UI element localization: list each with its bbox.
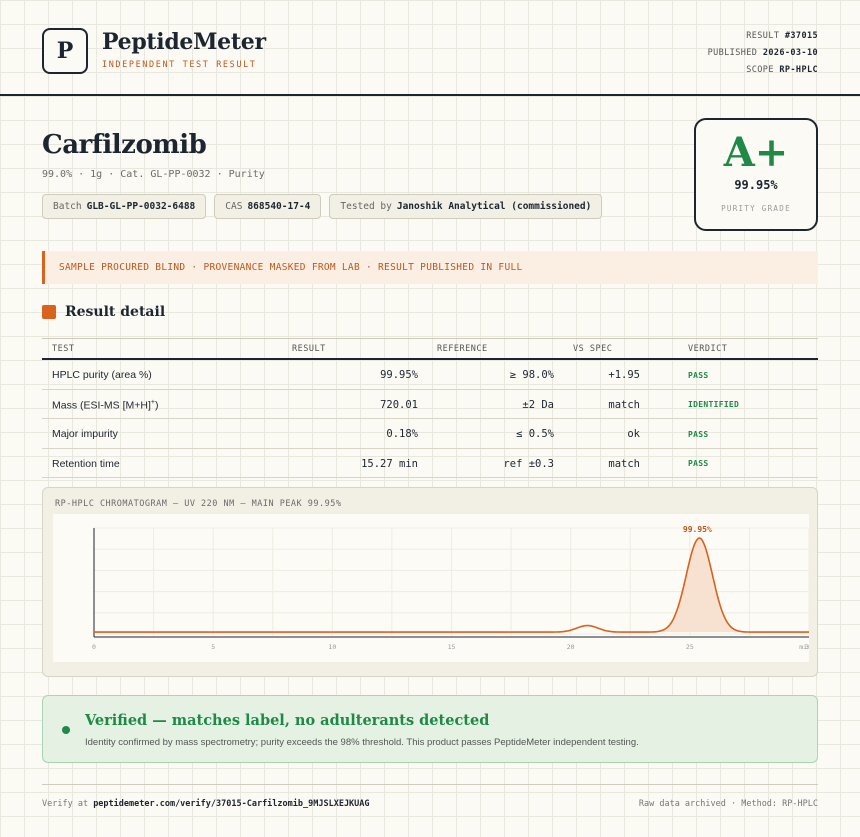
row-reference: ref ±0.3 <box>503 457 554 470</box>
row-vs-spec: +1.95 <box>608 369 640 381</box>
brand-name: PeptideMeter <box>102 29 266 55</box>
meta-scope-label: SCOPE <box>746 65 774 75</box>
meta-scope-value: RP-HPLC <box>779 65 818 75</box>
row-reference: ±2 Da <box>522 398 554 411</box>
product-title: Carfilzomib <box>42 130 207 160</box>
x-tick-label: 15 <box>448 643 456 651</box>
table-row: Retention time 15.27 min ref ±0.3 match … <box>42 449 818 478</box>
header: P PeptideMeter INDEPENDENT TEST RESULT R… <box>0 0 860 96</box>
batch-chip: Batch GLB-GL-PP-0032-6488 <box>42 194 207 219</box>
row-test: Major impurity <box>52 428 118 440</box>
tested-value: Janoshik Analytical (commissioned) <box>396 201 592 212</box>
table-row: Major impurity 0.18% ≤ 0.5% ok PASS <box>42 419 818 449</box>
row-result: 720.01 <box>380 398 418 411</box>
product-subtitle: 99.0% · 1g · Cat. GL-PP-0032 · Purity <box>42 169 265 180</box>
section-title: Result detail <box>65 304 166 320</box>
row-verdict: IDENTIFIED <box>688 400 740 409</box>
chromatogram-panel: RP-HPLC CHROMATOGRAM — UV 220 NM — MAIN … <box>42 487 818 677</box>
row-reference: ≥ 98.0% <box>509 369 554 381</box>
cas-chip: CAS 868540-17-4 <box>214 194 322 219</box>
grade-letter: A+ <box>723 129 789 176</box>
verified-dot-icon <box>62 726 70 734</box>
grade-label: PURITY GRADE <box>721 204 791 213</box>
row-test: Mass (ESI-MS [M+H]+) <box>52 399 158 412</box>
footer-method: Raw data archived · Method: RP-HPLC <box>638 799 818 809</box>
meta-published-label: PUBLISHED <box>707 48 758 58</box>
row-result: 99.95% <box>380 369 418 381</box>
meta-scope: SCOPE RP-HPLC <box>708 62 818 79</box>
row-result: 15.27 min <box>361 457 418 470</box>
result-meta: RESULT #37015 PUBLISHED 2026-03-10 SCOPE… <box>708 28 818 79</box>
verify-url[interactable]: peptidemeter.com/verify/37015-Carfilzomi… <box>93 799 369 809</box>
result-table: TEST RESULT REFERENCE VS SPEC VERDICT HP… <box>42 338 818 478</box>
batch-label: Batch <box>53 201 82 212</box>
verified-title: Verified — matches label, no adulterants… <box>85 712 490 729</box>
col-vs-spec: VS SPEC <box>573 344 613 354</box>
logo: P <box>42 28 88 74</box>
cas-value: 868540-17-4 <box>247 201 311 212</box>
col-result: RESULT <box>292 344 326 354</box>
section-square-icon <box>42 305 56 319</box>
row-vs-spec: match <box>608 457 640 470</box>
meta-result-label: RESULT <box>746 31 780 41</box>
row-test: HPLC purity (area %) <box>52 369 152 381</box>
verify-link-line: Verify at peptidemeter.com/verify/37015-… <box>42 799 370 809</box>
col-verdict: VERDICT <box>688 344 728 354</box>
meta-published-value: 2026-03-10 <box>762 48 818 58</box>
chromatogram-title: RP-HPLC CHROMATOGRAM — UV 220 NM — MAIN … <box>55 499 342 509</box>
batch-value: GLB-GL-PP-0032-6488 <box>86 201 196 212</box>
verify-label: Verify at <box>42 799 89 809</box>
meta-result-value: #37015 <box>784 31 818 41</box>
row-test: Retention time <box>52 457 120 470</box>
verified-text: Identity confirmed by mass spectrometry;… <box>85 737 639 748</box>
x-tick-label: 10 <box>328 643 336 651</box>
row-test-end: ) <box>154 399 159 411</box>
product-chips: Batch GLB-GL-PP-0032-6488 CAS 868540-17-4 … <box>42 194 603 219</box>
blind-sample-notice: SAMPLE PROCURED BLIND · PROVENANCE MASKE… <box>42 251 818 284</box>
footer-divider <box>42 784 818 785</box>
table-header: TEST RESULT REFERENCE VS SPEC VERDICT <box>42 338 818 360</box>
table-row: Mass (ESI-MS [M+H]+) 720.01 ±2 Da match … <box>42 390 818 419</box>
row-verdict: PASS <box>688 370 709 380</box>
row-reference: ≤ 0.5% <box>516 428 554 440</box>
x-tick-label: 5 <box>211 643 215 651</box>
row-verdict: PASS <box>688 459 709 468</box>
main-peak-label: 99.95% <box>683 525 712 534</box>
tested-by-chip: Tested by Janoshik Analytical (commission… <box>329 194 603 219</box>
col-test: TEST <box>52 344 75 354</box>
row-vs-spec: match <box>608 398 640 411</box>
grade-value: 99.95% <box>734 178 778 192</box>
tested-label: Tested by <box>340 201 392 212</box>
section-heading: Result detail <box>42 304 165 320</box>
chromatogram-chart: 99.95%051015202530min <box>53 514 809 662</box>
row-verdict: PASS <box>688 429 709 439</box>
purity-grade-card: A+ 99.95% PURITY GRADE <box>694 118 818 231</box>
x-axis-unit-label: min <box>799 643 809 651</box>
brand-tagline: INDEPENDENT TEST RESULT <box>102 60 257 70</box>
row-result: 0.18% <box>386 428 418 440</box>
meta-result: RESULT #37015 <box>708 28 818 45</box>
x-tick-label: 0 <box>92 643 96 651</box>
verified-banner: Verified — matches label, no adulterants… <box>42 695 818 763</box>
row-test-text: Mass (ESI-MS [M+H] <box>52 399 151 411</box>
col-reference: REFERENCE <box>437 344 488 354</box>
x-tick-label: 25 <box>686 643 694 651</box>
x-tick-label: 20 <box>567 643 575 651</box>
cas-label: CAS <box>225 201 243 212</box>
row-vs-spec: ok <box>627 428 640 440</box>
table-row: HPLC purity (area %) 99.95% ≥ 98.0% +1.9… <box>42 360 818 390</box>
meta-published: PUBLISHED 2026-03-10 <box>708 45 818 62</box>
